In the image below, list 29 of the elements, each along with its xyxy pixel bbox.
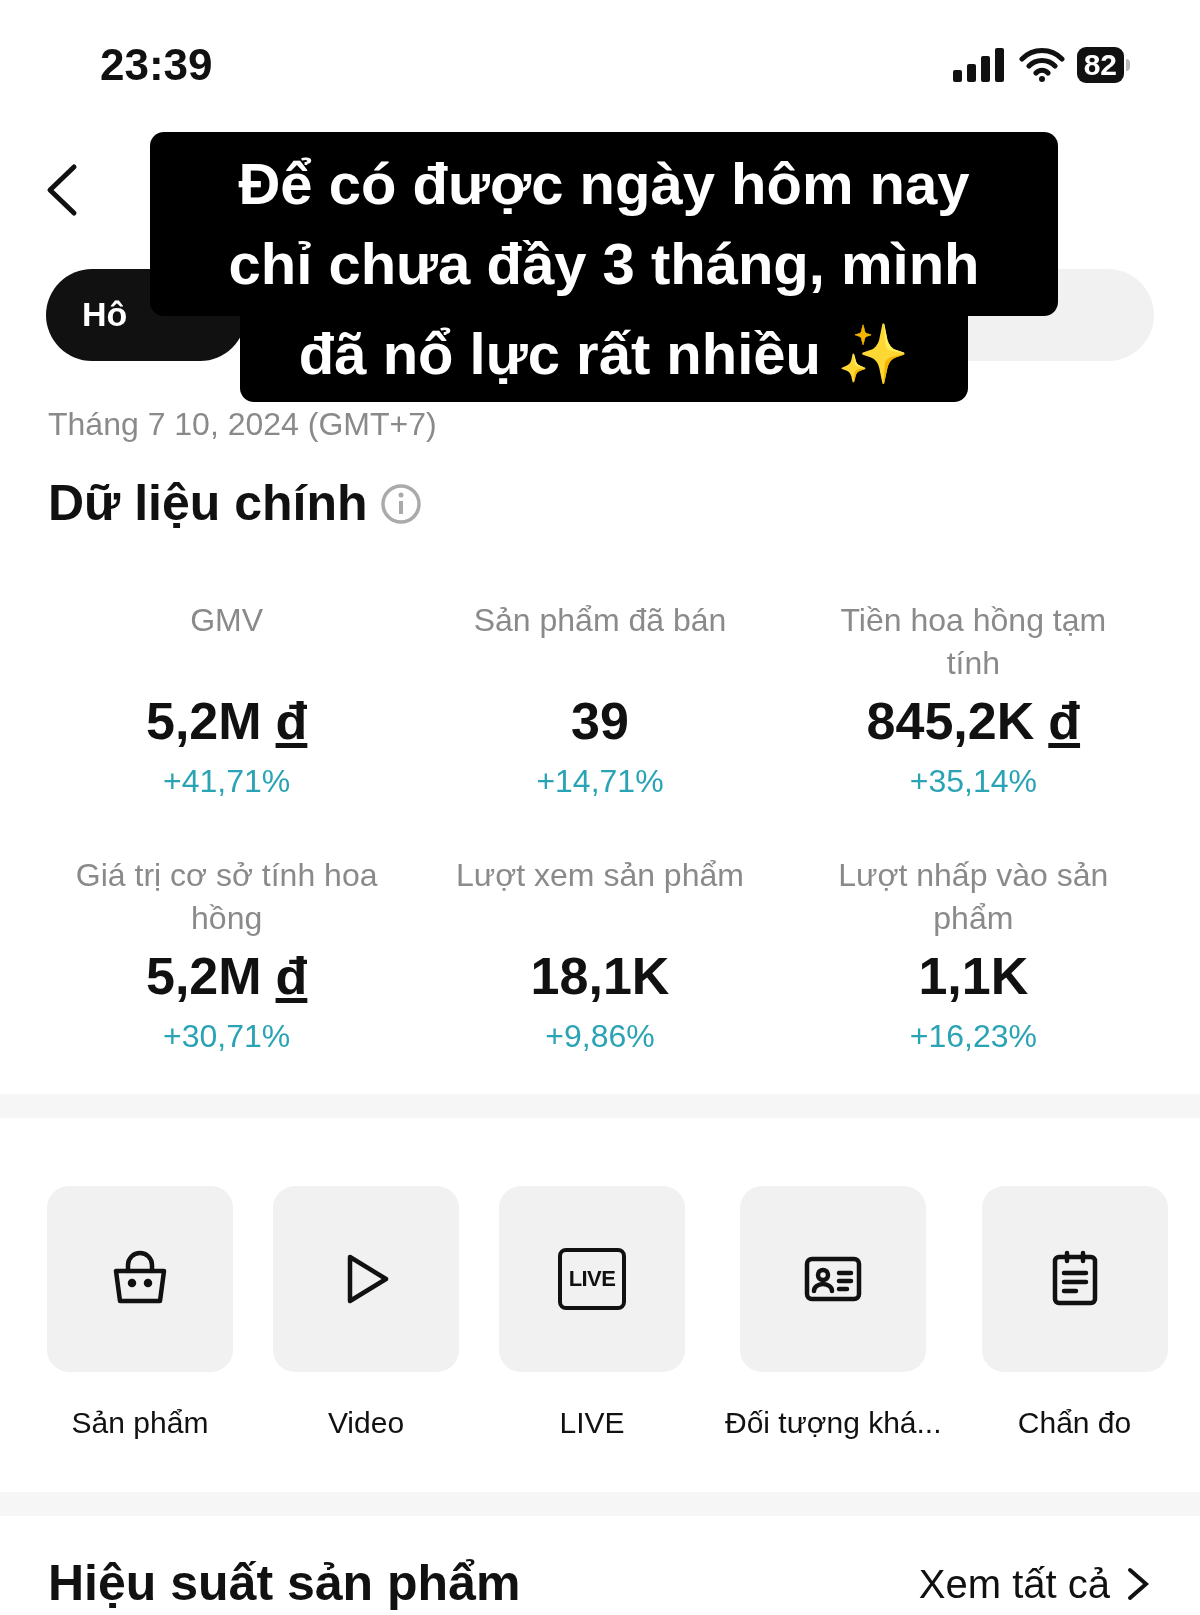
metric-change: +35,14% [909,762,1037,801]
chevron-right-icon [1126,1565,1150,1602]
section-title: Hiệu suất sản phẩm [48,1554,521,1613]
metric-label: GMV [189,601,265,640]
metric-change: +9,86% [545,1017,655,1056]
see-all-link[interactable]: Xem tất cả [918,1553,1150,1614]
metric-label: Lượt xem sản phẩm [455,856,745,895]
metric-value: 5,2M đ [145,946,308,1007]
live-tv-icon: LIVE [558,1248,626,1310]
metric-value: 845,2K đ [866,691,1081,752]
metric-label: Tiền hoa hồng tạm tính [839,601,1108,683]
metric-value: 39 [571,691,629,752]
metric-change: +41,71% [163,762,291,801]
metric-change: +16,23% [909,1017,1037,1056]
wifi-icon [1018,48,1065,82]
section-title: Dữ liệu chính [48,474,368,533]
metric-value: 1,1K [918,946,1029,1007]
signal-icon [952,48,1007,82]
metric-label: Lượt nhấp vào sản phẩm [837,856,1110,938]
status-time: 23:39 [100,39,213,91]
caption-overlay: đã nổ lực rất nhiều ✨ [240,316,968,402]
metric-change: +30,71% [163,1017,291,1056]
battery-indicator: 82 [1076,47,1130,83]
date-text: Tháng 7 10, 2024 (GMT+7) [48,406,437,442]
metric-change: +14,71% [536,762,664,801]
metric-value: 5,2M đ [145,691,308,752]
metric-value: 18,1K [530,946,670,1007]
metric-label: Sản phẩm đã bán [472,601,728,640]
metric-label: Giá trị cơ sở tính hoa hồng [74,856,379,938]
